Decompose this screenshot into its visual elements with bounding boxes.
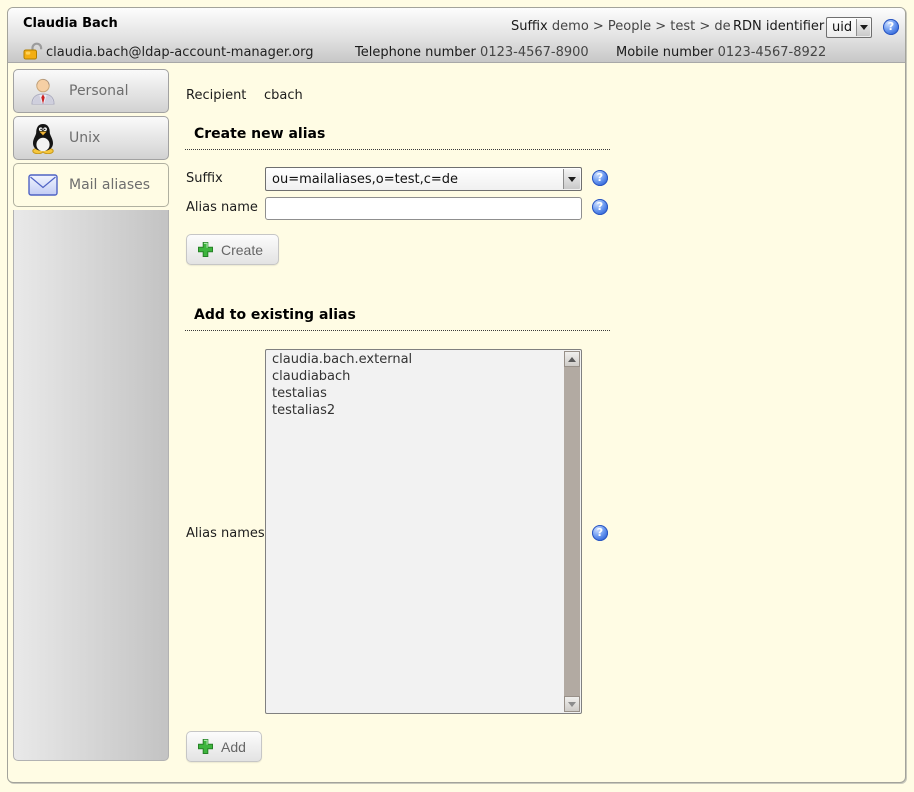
select-dropdown-button[interactable]: [856, 19, 870, 36]
alias-option[interactable]: testalias2: [266, 402, 564, 419]
alias-name-input[interactable]: [265, 197, 582, 220]
alias-name-label: Alias name: [186, 200, 258, 215]
alias-names-label: Alias names: [186, 526, 265, 541]
recipient-label: Recipient: [186, 88, 246, 103]
account-edit-window: Claudia Bach Suffix demo > People > test…: [7, 7, 906, 783]
suffix-help-icon[interactable]: ?: [592, 170, 608, 186]
tab-unix[interactable]: Unix: [13, 116, 169, 160]
chevron-down-icon: [860, 25, 868, 30]
rdn-identifier-label: RDN identifier: [733, 19, 824, 34]
create-button[interactable]: Create: [186, 234, 279, 265]
scroll-up-button[interactable]: [564, 351, 580, 367]
select-dropdown-button[interactable]: [563, 169, 580, 189]
sidebar-background: [13, 210, 169, 761]
alias-option[interactable]: claudia.bach.external: [266, 351, 564, 368]
plus-icon: [197, 241, 214, 258]
telephone-value: 0123-4567-8900: [480, 45, 589, 60]
form-suffix-label: Suffix: [186, 171, 223, 186]
unlock-icon[interactable]: [22, 42, 44, 64]
tab-personal[interactable]: Personal: [13, 69, 169, 113]
chevron-down-icon: [568, 177, 576, 182]
mobile-label: Mobile number: [616, 45, 714, 60]
tab-mail-aliases[interactable]: Mail aliases: [13, 163, 169, 207]
alias-suffix-select[interactable]: ou=mailaliases,o=test,c=de: [265, 167, 582, 191]
add-button[interactable]: Add: [186, 731, 262, 762]
create-button-label: Create: [221, 242, 263, 258]
add-to-existing-alias-heading: Add to existing alias: [185, 307, 610, 331]
alias-name-help-icon[interactable]: ?: [592, 199, 608, 215]
tab-mail-aliases-label: Mail aliases: [69, 177, 150, 193]
tab-unix-label: Unix: [69, 130, 100, 146]
suffix-label: Suffix: [511, 19, 548, 34]
mobile-value: 0123-4567-8922: [718, 45, 827, 60]
listbox-scrollbar[interactable]: [564, 351, 580, 712]
down-arrow-icon: [568, 702, 576, 707]
alias-option[interactable]: claudiabach: [266, 368, 564, 385]
header-bar: Claudia Bach Suffix demo > People > test…: [8, 8, 905, 63]
recipient-value: cbach: [264, 88, 303, 103]
rdn-selected-value: uid: [832, 20, 852, 35]
person-icon: [28, 76, 58, 106]
rdn-identifier-select[interactable]: uid: [826, 17, 872, 38]
telephone-label: Telephone number: [355, 45, 476, 60]
tux-icon: [28, 122, 58, 154]
page-title: Claudia Bach: [23, 16, 118, 31]
scroll-down-button[interactable]: [564, 696, 580, 712]
rdn-help-icon[interactable]: ?: [883, 19, 899, 35]
telephone-group: Telephone number 0123-4567-8900: [355, 45, 589, 60]
alias-suffix-selected-value: ou=mailaliases,o=test,c=de: [272, 172, 458, 187]
alias-names-help-icon[interactable]: ?: [592, 525, 608, 541]
tab-personal-label: Personal: [69, 83, 129, 99]
mobile-group: Mobile number 0123-4567-8922: [616, 45, 826, 60]
up-arrow-icon: [568, 357, 576, 362]
alias-names-listbox[interactable]: claudia.bach.externalclaudiabachtestalia…: [265, 349, 582, 714]
create-new-alias-heading: Create new alias: [185, 126, 610, 150]
alias-options-list: claudia.bach.externalclaudiabachtestalia…: [266, 351, 564, 712]
email-address: claudia.bach@ldap-account-manager.org: [46, 45, 313, 60]
suffix-path: demo > People > test > de: [552, 19, 731, 34]
envelope-icon: [28, 174, 58, 196]
add-button-label: Add: [221, 739, 246, 755]
plus-icon: [197, 738, 214, 755]
suffix-breadcrumb: Suffix demo > People > test > de: [511, 19, 731, 34]
alias-option[interactable]: testalias: [266, 385, 564, 402]
